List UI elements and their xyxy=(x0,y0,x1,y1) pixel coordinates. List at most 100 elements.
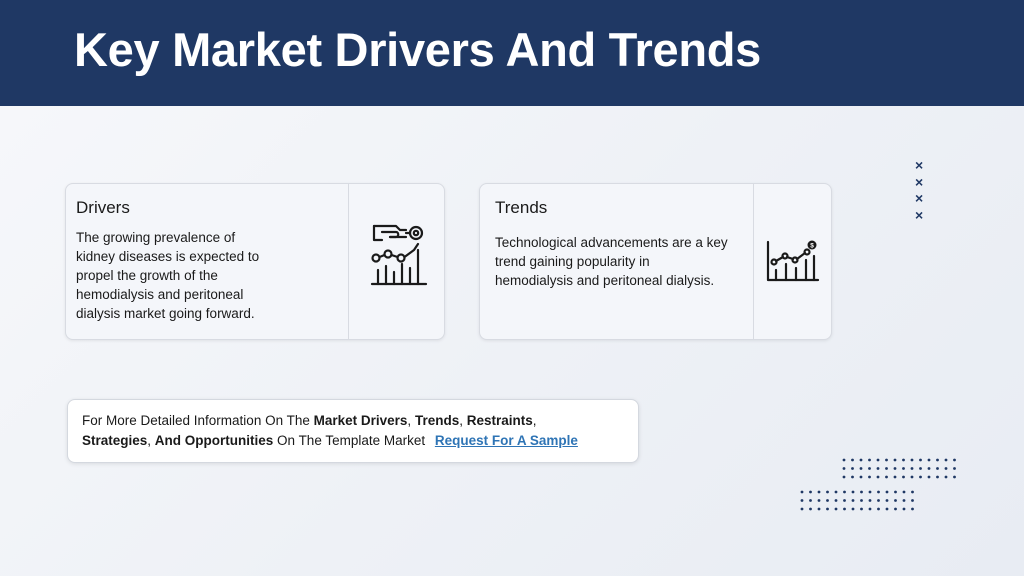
info-bold: Restraints xyxy=(466,413,533,428)
dot xyxy=(953,458,956,462)
request-sample-link[interactable]: Request For A Sample xyxy=(435,433,578,448)
info-bold: And Opportunities xyxy=(154,433,274,448)
decorative-x-marks: × × × × xyxy=(915,157,923,223)
dot xyxy=(919,475,922,479)
dot xyxy=(868,458,871,462)
dot xyxy=(936,458,939,462)
trends-line: hemodialysis and peritoneal dialysis. xyxy=(495,273,715,288)
dot xyxy=(885,458,888,462)
dot xyxy=(851,475,854,479)
growth-chart-icon: $ xyxy=(765,240,821,289)
header-bar: Key Market Drivers And Trends xyxy=(0,0,1024,106)
dot xyxy=(936,475,939,479)
dot xyxy=(843,490,846,494)
dot xyxy=(868,507,872,511)
info-bold: Trends xyxy=(414,413,460,428)
dot xyxy=(893,475,897,479)
dot xyxy=(910,467,914,470)
dot xyxy=(851,507,855,511)
dot xyxy=(944,458,948,462)
info-text: , xyxy=(147,433,155,448)
dot xyxy=(877,499,880,502)
dot xyxy=(826,499,829,502)
dot xyxy=(885,490,889,494)
drivers-divider xyxy=(348,184,349,339)
dot xyxy=(894,490,897,494)
dot xyxy=(842,475,846,479)
dot xyxy=(876,467,880,470)
trends-line: Technological advancements are a key xyxy=(495,235,728,250)
info-box: For More Detailed Information On The Mar… xyxy=(67,399,639,463)
dot xyxy=(859,475,863,479)
dot xyxy=(911,490,914,494)
dot xyxy=(877,490,880,494)
dot xyxy=(809,490,812,494)
dot xyxy=(834,490,838,494)
dot xyxy=(927,475,931,479)
dot xyxy=(868,499,872,502)
drivers-text: The growing prevalence of kidney disease… xyxy=(76,228,291,323)
dot xyxy=(885,499,889,502)
x-mark-icon: × xyxy=(915,190,924,206)
dot xyxy=(953,467,956,470)
dot xyxy=(859,467,863,470)
dot xyxy=(902,490,906,494)
dot xyxy=(800,490,804,494)
dot xyxy=(876,475,880,479)
dot xyxy=(842,458,846,462)
trends-text: Technological advancements are a key tre… xyxy=(495,233,750,290)
dot xyxy=(817,490,821,494)
dot xyxy=(859,458,863,462)
dot xyxy=(834,499,838,502)
dot xyxy=(902,507,906,511)
dot xyxy=(851,467,854,470)
dot xyxy=(834,507,838,511)
dot xyxy=(809,507,812,511)
dot xyxy=(851,490,855,494)
dot xyxy=(868,467,871,470)
trends-line: trend gaining popularity in xyxy=(495,254,650,269)
drivers-line: propel the growth of the xyxy=(76,268,218,283)
dot xyxy=(944,475,948,479)
dot xyxy=(868,475,871,479)
dot xyxy=(919,458,922,462)
drivers-line: dialysis market going forward. xyxy=(76,306,255,321)
dot xyxy=(843,507,846,511)
dot xyxy=(902,499,906,502)
drivers-line: The growing prevalence of xyxy=(76,230,236,245)
dot xyxy=(860,507,863,511)
svg-text:$: $ xyxy=(810,242,814,249)
dot xyxy=(817,507,821,511)
dot xyxy=(893,458,897,462)
x-mark-icon: × xyxy=(915,206,924,223)
dot xyxy=(851,458,854,462)
info-bold: Strategies xyxy=(82,433,148,448)
dot xyxy=(800,507,804,511)
dot xyxy=(910,458,914,462)
dot xyxy=(860,499,863,502)
info-text: , xyxy=(407,413,415,428)
dot xyxy=(953,475,956,479)
drivers-heading: Drivers xyxy=(76,198,130,217)
dot xyxy=(902,458,905,462)
dot xyxy=(800,499,804,502)
drivers-line: kidney diseases is expected to xyxy=(76,249,260,264)
dot xyxy=(826,507,829,511)
dot xyxy=(877,507,880,511)
dot xyxy=(868,490,872,494)
dot xyxy=(919,467,922,470)
dot xyxy=(927,467,931,470)
decorative-dots xyxy=(800,458,956,511)
dot xyxy=(809,499,812,502)
info-bold: Market Drivers xyxy=(313,413,408,428)
drivers-line: hemodialysis and peritoneal xyxy=(76,287,244,302)
dot xyxy=(876,458,880,462)
trends-heading: Trends xyxy=(495,198,548,217)
x-mark-icon: × xyxy=(915,173,924,190)
dot xyxy=(842,467,846,470)
trends-card: Trends Technological advancements are a … xyxy=(479,183,832,340)
dot xyxy=(885,467,888,470)
dot xyxy=(927,458,931,462)
dot xyxy=(860,490,863,494)
x-mark-icon: × xyxy=(915,157,924,173)
